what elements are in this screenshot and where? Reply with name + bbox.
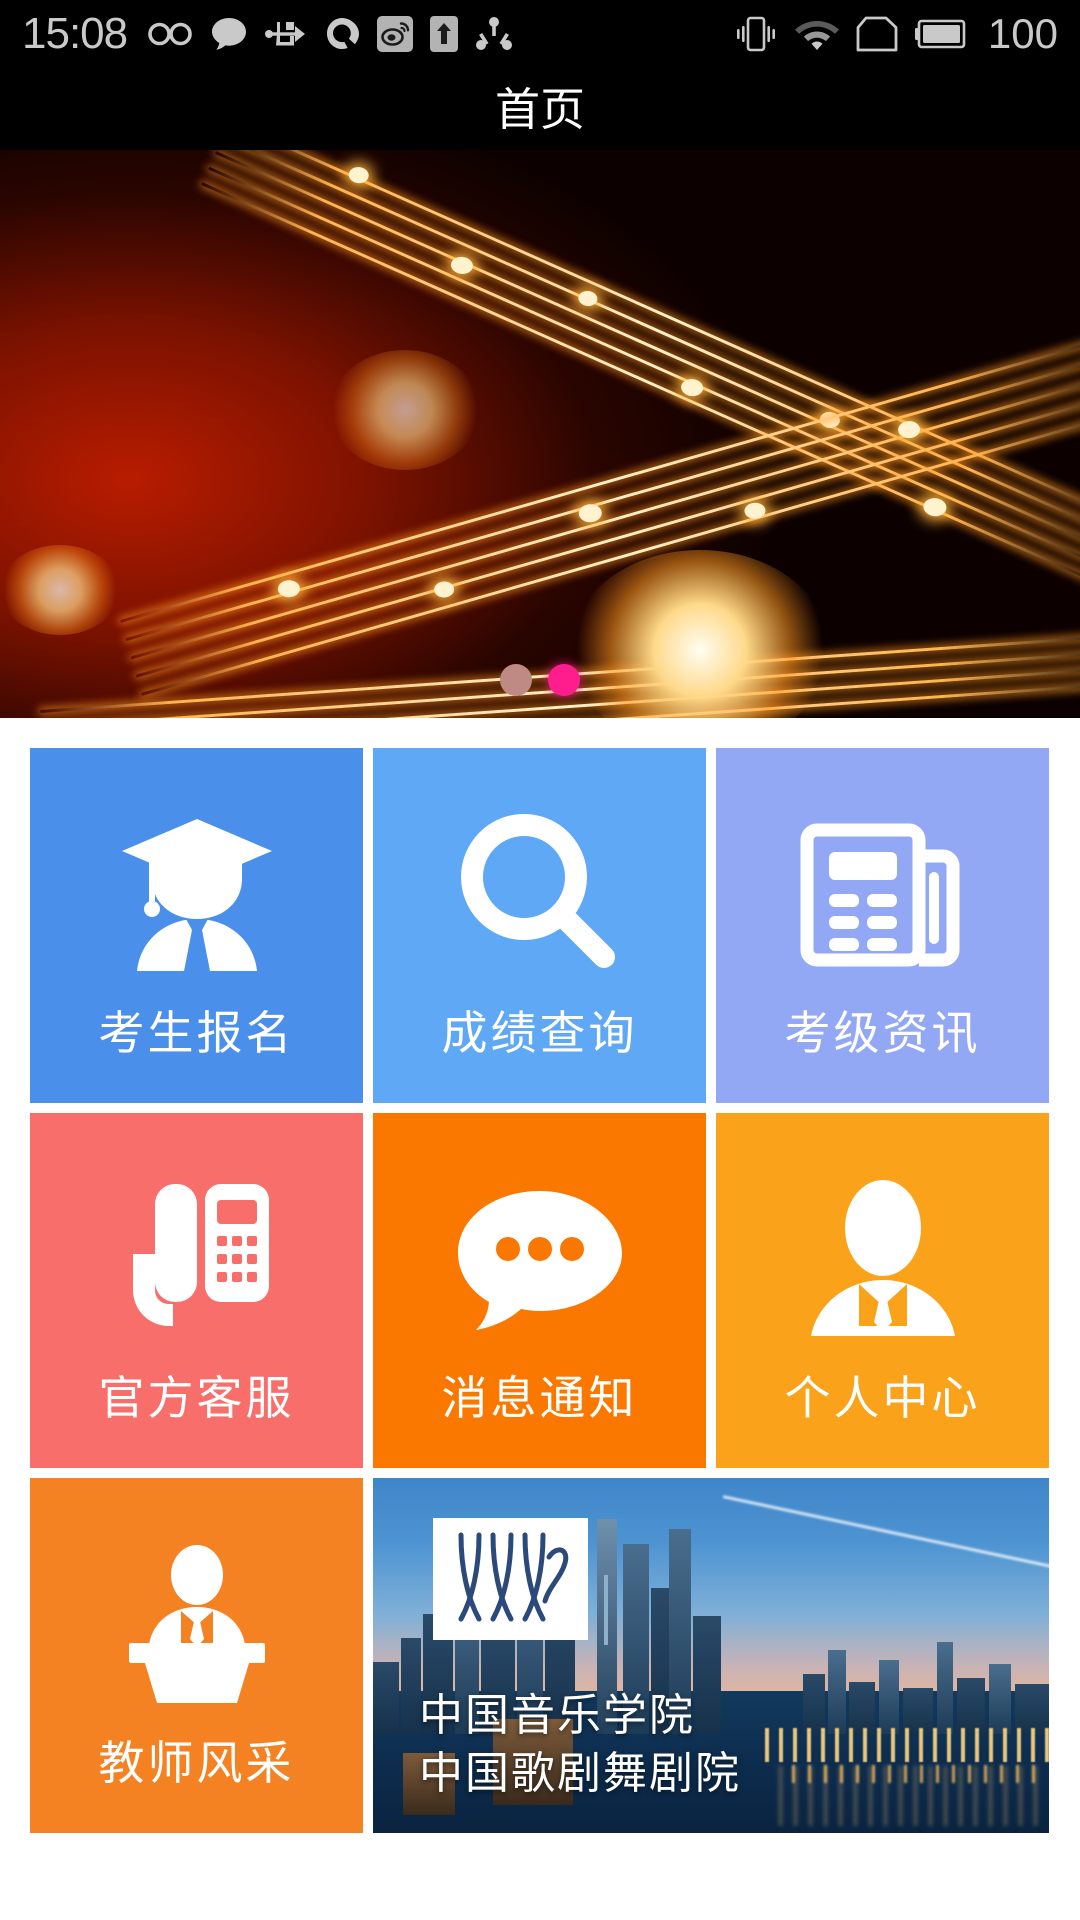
conservatory-logo-icon — [433, 1518, 588, 1640]
tile-label: 成绩查询 — [441, 1006, 638, 1060]
status-clock: 15:08 — [22, 9, 128, 58]
app-title-bar: 首页 — [0, 68, 1080, 150]
battery-icon — [914, 18, 967, 50]
grid-row-2: 官方客服 消息通知 个人中心 — [30, 1113, 1050, 1468]
graduate-student-icon — [112, 806, 282, 984]
tile-official-support[interactable]: 官方客服 — [30, 1113, 363, 1468]
usb-icon — [265, 17, 307, 51]
infinity-icon — [147, 17, 193, 51]
carousel-dot-1[interactable] — [500, 664, 532, 696]
grid-row-3: 教师风采 中国音乐学院 中国歌剧舞剧院 — [30, 1478, 1050, 1833]
conservatory-caption: 中国音乐学院 中国歌剧舞剧院 — [419, 1687, 741, 1803]
qq-icon — [324, 16, 360, 52]
wifi-icon — [794, 17, 839, 51]
carousel-pagination[interactable] — [0, 664, 1080, 696]
carousel-dot-2[interactable] — [548, 664, 580, 696]
sim-card-icon — [856, 16, 898, 52]
page-title: 首页 — [494, 82, 585, 136]
tile-label: 考级资讯 — [784, 1006, 981, 1060]
tile-candidate-registration[interactable]: 考生报名 — [30, 748, 363, 1103]
telephone-icon — [113, 1171, 281, 1349]
lecturer-podium-icon — [113, 1536, 281, 1714]
tile-score-inquiry[interactable]: 成绩查询 — [373, 748, 706, 1103]
feature-grid: 考生报名 成绩查询 考级资讯 官方客服 消息通知 个人中心 教师风采 中国音乐学… — [0, 718, 1080, 1873]
tile-label: 教师风采 — [98, 1736, 295, 1790]
conservatory-name-line1: 中国音乐学院 — [419, 1689, 695, 1741]
weibo-icon — [377, 16, 414, 52]
tile-message-notification[interactable]: 消息通知 — [373, 1113, 706, 1468]
upload-arrow-icon — [430, 16, 459, 52]
music-notes-banner-image — [0, 150, 1080, 718]
tile-teacher-profiles[interactable]: 教师风采 — [30, 1478, 363, 1833]
battery-percent-label: 100 — [987, 10, 1058, 57]
tile-label: 个人中心 — [784, 1371, 981, 1425]
grid-row-1: 考生报名 成绩查询 考级资讯 — [30, 748, 1050, 1103]
tile-exam-news[interactable]: 考级资讯 — [716, 748, 1049, 1103]
chat-bubble-icon — [454, 1171, 626, 1349]
conservatory-name-line2: 中国歌剧舞剧院 — [419, 1747, 741, 1799]
magnifier-icon — [456, 806, 624, 984]
banner-carousel[interactable] — [0, 150, 1080, 718]
tile-label: 消息通知 — [441, 1371, 638, 1425]
message-bubble-icon — [210, 16, 248, 52]
share-nodes-icon — [475, 16, 513, 52]
tile-personal-center[interactable]: 个人中心 — [716, 1113, 1049, 1468]
status-left-icon-group — [147, 16, 513, 52]
vibrate-icon — [734, 15, 778, 53]
tile-label: 官方客服 — [98, 1371, 295, 1425]
conservatory-banner-tile[interactable]: 中国音乐学院 中国歌剧舞剧院 — [373, 1478, 1049, 1833]
status-bar: 15:08 100 — [0, 0, 1080, 68]
tile-label: 考生报名 — [98, 1006, 295, 1060]
status-right-icon-group: 100 — [734, 13, 1058, 55]
newspaper-icon — [799, 806, 967, 984]
user-suit-icon — [799, 1171, 967, 1349]
